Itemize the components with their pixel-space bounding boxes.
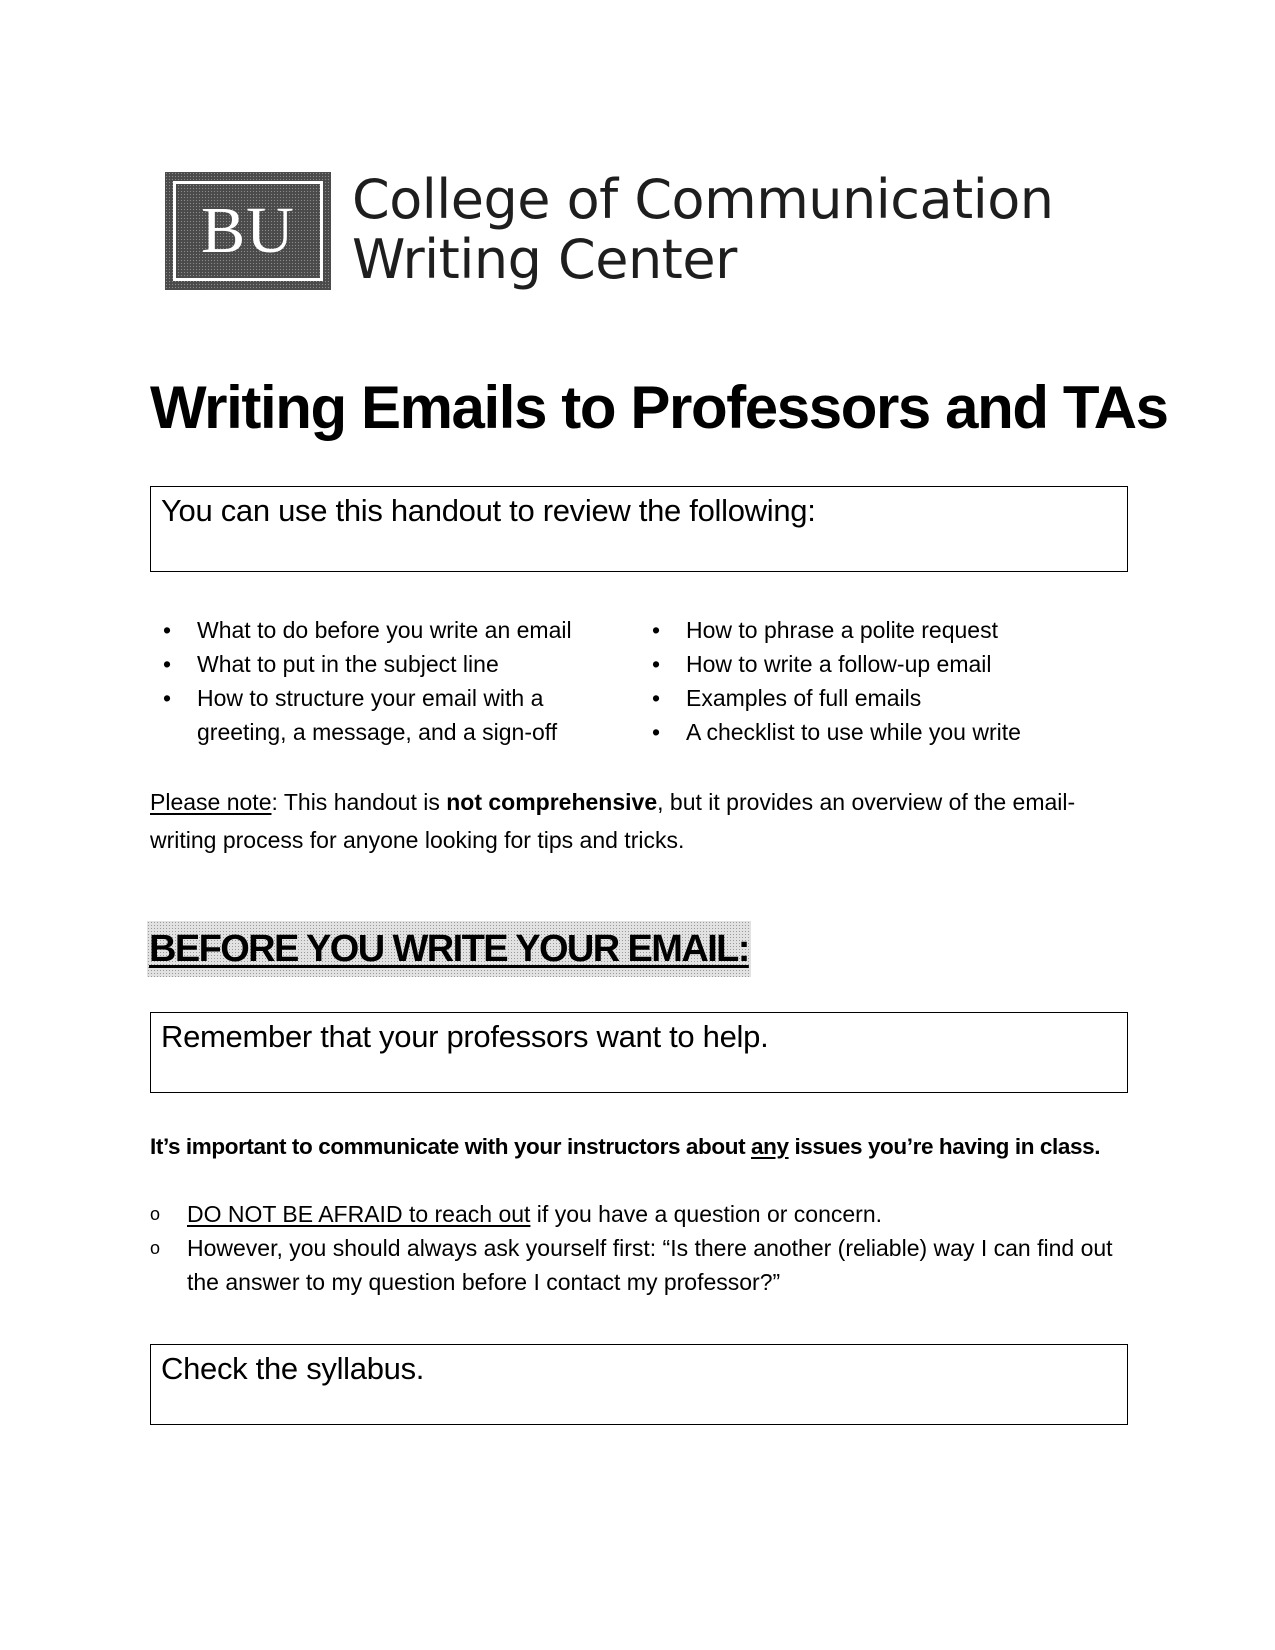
tips-list: o DO NOT BE AFRAID to reach out if you h… [150, 1197, 1130, 1299]
lead-paragraph: It’s important to communicate with your … [150, 1130, 1130, 1164]
list-item-text: How to write a follow-up email [686, 651, 992, 677]
list-item-text: What to do before you write an email [197, 617, 572, 643]
org-name-line-2: Writing Center [352, 228, 737, 291]
tip-text: if you have a question or concern. [530, 1201, 883, 1227]
list-item: • How to write a follow-up email [652, 647, 1122, 681]
list-item: • How to structure your email with a gre… [163, 681, 597, 749]
note-label: Please note [150, 789, 272, 815]
list-item-text: A checklist to use while you write [686, 719, 1021, 745]
logo-frame: BU [173, 181, 323, 281]
review-list-left: • What to do before you write an email •… [163, 613, 633, 749]
lead-underlined: any [751, 1134, 789, 1159]
list-item: • A checklist to use while you write [652, 715, 1122, 749]
note-text-before: This handout is [277, 789, 447, 815]
list-item: o DO NOT BE AFRAID to reach out if you h… [150, 1197, 1130, 1231]
tip-text: However, you should always ask yourself … [187, 1235, 1113, 1295]
org-name-line-1: College of Communication [352, 168, 1054, 231]
syllabus-box: Check the syllabus. [150, 1344, 1128, 1425]
org-name: College of Communication Writing Center [352, 168, 1054, 291]
circle-bullet-icon: o [150, 1238, 161, 1258]
review-box-label: You can use this handout to review the f… [161, 493, 816, 528]
bullet-icon: • [652, 651, 661, 677]
logo-mark: BU [201, 194, 295, 267]
list-item: • How to phrase a polite request [652, 613, 1122, 647]
list-item-text: How to phrase a polite request [686, 617, 998, 643]
syllabus-box-label: Check the syllabus. [161, 1351, 425, 1386]
list-item-text: What to put in the subject line [197, 651, 499, 677]
bullet-icon: • [652, 719, 661, 745]
list-item: • Examples of full emails [652, 681, 1122, 715]
help-box: Remember that your professors want to he… [150, 1012, 1128, 1093]
note-emphasis: not comprehensive [446, 789, 658, 815]
page-title: Writing Emails to Professors and TAs [150, 374, 1169, 441]
circle-bullet-icon: o [150, 1204, 161, 1224]
bullet-icon: • [163, 685, 172, 711]
list-item: o However, you should always ask yoursel… [150, 1231, 1130, 1299]
lead-after: issues you’re having in class. [788, 1134, 1101, 1159]
review-list-right: • How to phrase a polite request • How t… [652, 613, 1122, 749]
bullet-icon: • [163, 651, 172, 677]
help-box-label: Remember that your professors want to he… [161, 1019, 769, 1054]
bullet-icon: • [163, 617, 172, 643]
list-item-text: How to structure your email with a greet… [197, 685, 558, 745]
bullet-icon: • [652, 685, 661, 711]
list-item: • What to put in the subject line [163, 647, 633, 681]
review-box: You can use this handout to review the f… [150, 486, 1128, 572]
lead-before: It’s important to communicate with your … [150, 1134, 752, 1159]
list-item-text: Examples of full emails [686, 685, 922, 711]
bullet-icon: • [652, 617, 661, 643]
section-heading: BEFORE YOU WRITE YOUR EMAIL: [147, 921, 751, 977]
note-paragraph: Please note: This handout is not compreh… [150, 783, 1130, 859]
bu-logo: BU [165, 172, 331, 290]
list-item: • What to do before you write an email [163, 613, 633, 647]
tip-emphasis: DO NOT BE AFRAID to reach out [187, 1201, 531, 1227]
